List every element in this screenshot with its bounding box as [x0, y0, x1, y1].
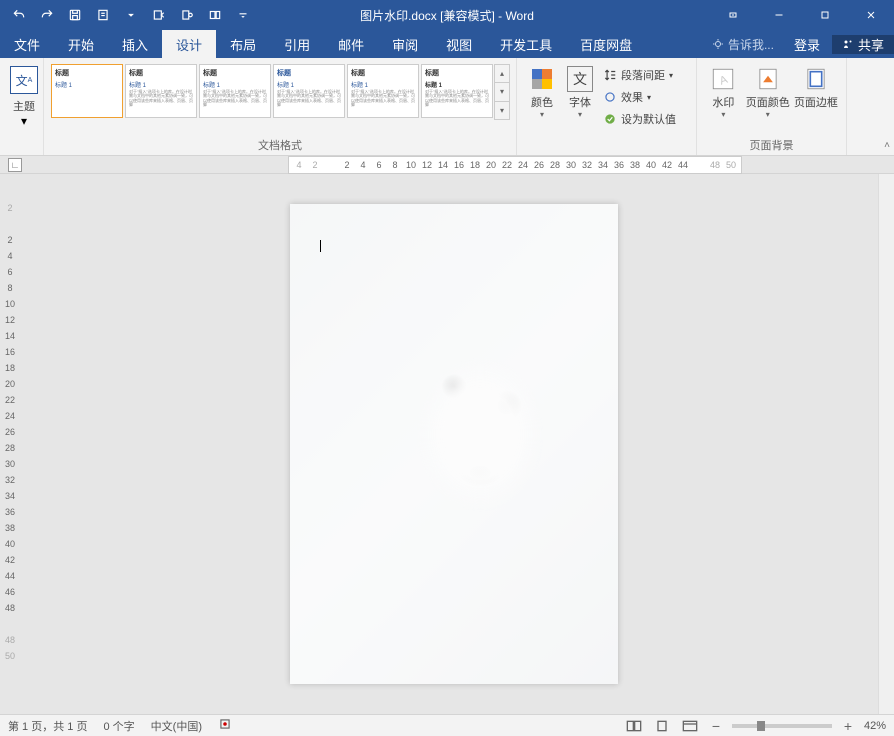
colors-button[interactable]: 颜色▾	[523, 62, 561, 130]
gallery-scroll: ▴ ▾ ▾	[494, 64, 510, 120]
vertical-scrollbar[interactable]	[878, 174, 894, 714]
watermark-image	[290, 204, 618, 684]
tab-mailings[interactable]: 邮件	[324, 30, 378, 58]
web-layout-button[interactable]	[680, 718, 700, 734]
ribbon-options-button[interactable]	[710, 0, 756, 30]
style-item-4[interactable]: 标题 标题 1 对于"插入"选项卡上的库，在设计时需与文档中的其他元素协调一致，…	[273, 64, 345, 118]
tab-review[interactable]: 审阅	[378, 30, 432, 58]
doc-format-label: 文档格式	[44, 137, 516, 153]
ribbon-tabs: 文件 开始 插入 设计 布局 引用 邮件 审阅 视图 开发工具 百度网盘 告诉我…	[0, 30, 894, 58]
set-default-button[interactable]: 设为默认值	[599, 108, 680, 130]
statusbar: 第 1 页，共 1 页 0 个字 中文(中国) − + 42%	[0, 714, 894, 736]
vertical-ruler[interactable]: 2246810121416182022242628303234363840424…	[0, 174, 20, 714]
style-item-1[interactable]: 标题 标题 1	[51, 64, 123, 118]
style-gallery: 标题 标题 1 标题 标题 1 对于"插入"选项卡上的库，在设计时需与文档中的其…	[50, 62, 510, 134]
macro-icon[interactable]	[218, 717, 232, 734]
save-button[interactable]	[62, 2, 88, 28]
text-cursor	[320, 240, 321, 252]
page-border-button[interactable]: 页面边框	[792, 62, 840, 119]
tab-baidu[interactable]: 百度网盘	[566, 30, 646, 58]
qat-customize[interactable]	[230, 2, 256, 28]
print-layout-button[interactable]	[652, 718, 672, 734]
zoom-out-button[interactable]: −	[708, 718, 724, 734]
themes-button[interactable]: 文A 主题 ▾	[6, 62, 42, 128]
para-spacing-button[interactable]: 段落间距▾	[599, 64, 680, 86]
gallery-down-button[interactable]: ▾	[495, 83, 509, 101]
tab-developer[interactable]: 开发工具	[486, 30, 566, 58]
tab-selector[interactable]: ∟	[8, 158, 22, 172]
word-count[interactable]: 0 个字	[103, 718, 134, 734]
zoom-level[interactable]: 42%	[864, 720, 886, 732]
horizontal-ruler-area: ∟ 42246810121416182022242628303234363840…	[0, 156, 894, 174]
tab-file[interactable]: 文件	[0, 30, 54, 58]
qat-item-6[interactable]	[174, 2, 200, 28]
close-button[interactable]	[848, 0, 894, 30]
page[interactable]	[290, 204, 618, 684]
minimize-button[interactable]	[756, 0, 802, 30]
ribbon: 文A 主题 ▾ 标题 标题 1 标题 标题 1 对于"插入"选项卡上的库，在设计…	[0, 58, 894, 156]
tab-view[interactable]: 视图	[432, 30, 486, 58]
tab-design[interactable]: 设计	[162, 30, 216, 58]
watermark-button[interactable]: A 水印▾	[703, 62, 744, 119]
themes-group: 文A 主题 ▾	[0, 58, 44, 155]
gallery-up-button[interactable]: ▴	[495, 65, 509, 83]
style-item-3[interactable]: 标题 标题 1 对于"插入"选项卡上的库，在设计时需与文档中的其他元素协调一致，…	[199, 64, 271, 118]
maximize-button[interactable]	[802, 0, 848, 30]
fonts-button[interactable]: 文 字体▾	[561, 62, 599, 130]
style-item-5[interactable]: 标题 标题 1 对于"插入"选项卡上的库，在设计时需与文档中的其他元素协调一致，…	[347, 64, 419, 118]
window-controls	[710, 0, 894, 30]
zoom-slider[interactable]	[732, 724, 832, 728]
quick-access-toolbar	[0, 2, 256, 28]
qat-item-4[interactable]	[90, 2, 116, 28]
share-button[interactable]: 共享	[832, 35, 894, 54]
titlebar: 图片水印.docx [兼容模式] - Word	[0, 0, 894, 30]
collapse-ribbon-button[interactable]: ˄	[884, 140, 890, 151]
window-title: 图片水印.docx [兼容模式] - Word	[360, 7, 534, 24]
login-button[interactable]: 登录	[782, 35, 832, 54]
horizontal-ruler[interactable]: 4224681012141618202224262830323436384042…	[288, 156, 742, 174]
qat-dropdown-1[interactable]	[118, 2, 144, 28]
tab-home[interactable]: 开始	[54, 30, 108, 58]
page-bg-label: 页面背景	[697, 137, 846, 153]
undo-button[interactable]	[6, 2, 32, 28]
redo-button[interactable]	[34, 2, 60, 28]
tab-insert[interactable]: 插入	[108, 30, 162, 58]
read-mode-button[interactable]	[624, 718, 644, 734]
style-item-6[interactable]: 标题 标题 1 对于"插入"选项卡上的库，在设计时需与文档中的其他元素协调一致，…	[421, 64, 493, 118]
qat-item-5[interactable]	[146, 2, 172, 28]
effects-button[interactable]: 效果▾	[599, 86, 680, 108]
style-item-2[interactable]: 标题 标题 1 对于"插入"选项卡上的库，在设计时需与文档中的其他元素协调一致，…	[125, 64, 197, 118]
tab-references[interactable]: 引用	[270, 30, 324, 58]
page-bg-group: A 水印▾ 页面颜色▾ 页面边框 页面背景	[697, 58, 847, 155]
tab-layout[interactable]: 布局	[216, 30, 270, 58]
page-color-button[interactable]: 页面颜色▾	[744, 62, 792, 119]
zoom-in-button[interactable]: +	[840, 718, 856, 734]
doc-format-group: 标题 标题 1 标题 标题 1 对于"插入"选项卡上的库，在设计时需与文档中的其…	[44, 58, 517, 155]
page-status[interactable]: 第 1 页，共 1 页	[8, 718, 87, 734]
editor-area: 2246810121416182022242628303234363840424…	[0, 174, 894, 714]
document-canvas[interactable]	[20, 174, 894, 714]
formatting-group: 颜色▾ 文 字体▾ 段落间距▾ 效果▾ 设为默认值	[517, 58, 697, 155]
gallery-more-button[interactable]: ▾	[495, 102, 509, 119]
language-status[interactable]: 中文(中国)	[151, 718, 202, 734]
tell-me[interactable]: 告诉我...	[704, 36, 782, 53]
qat-item-7[interactable]	[202, 2, 228, 28]
